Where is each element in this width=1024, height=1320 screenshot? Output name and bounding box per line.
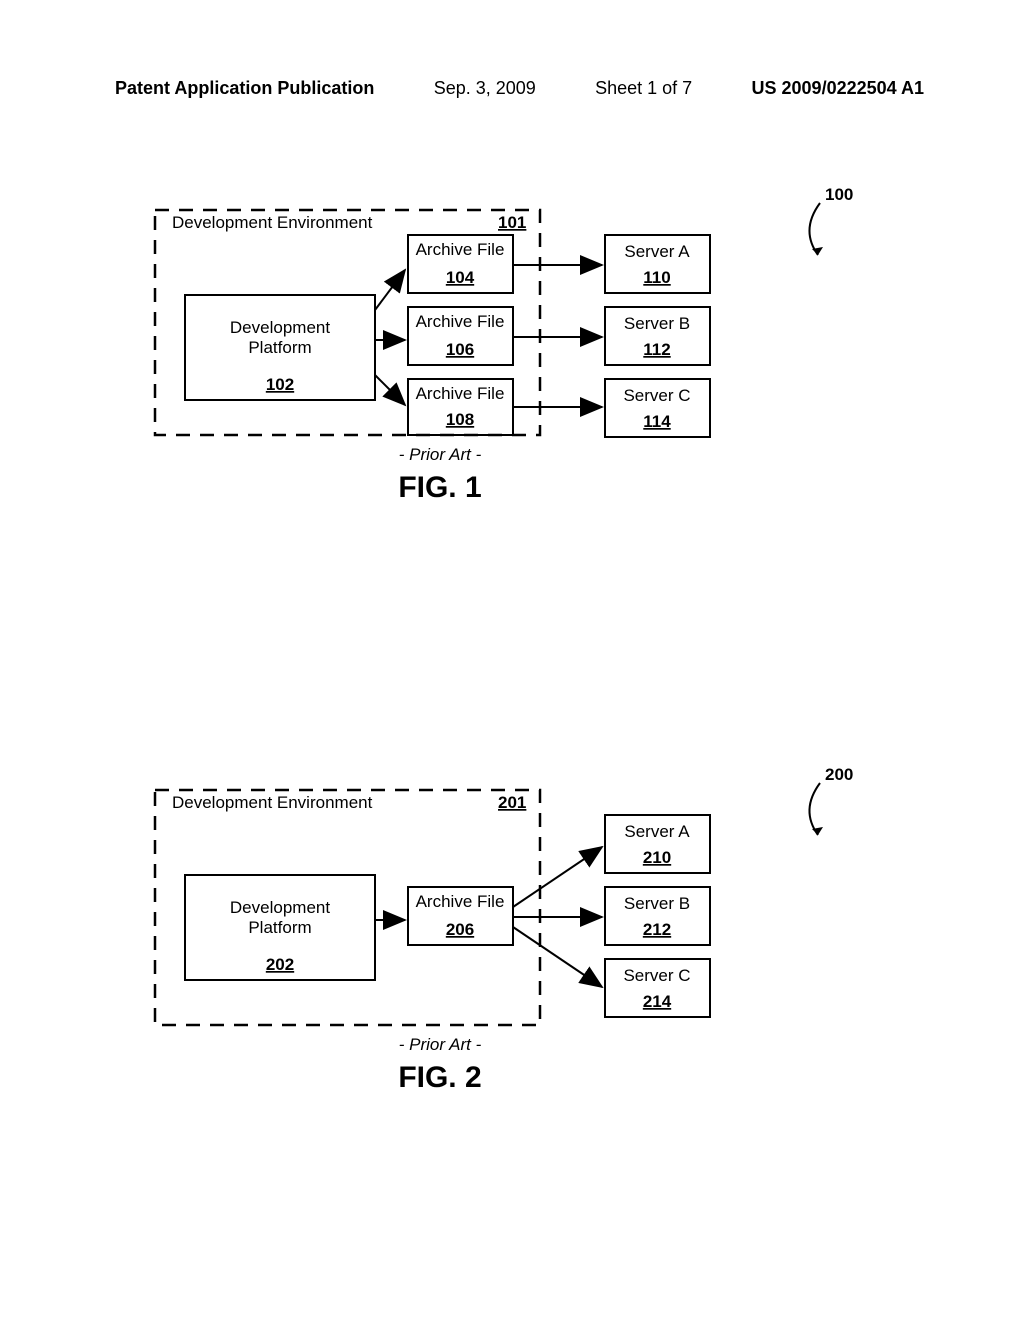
platform-num: 102 — [266, 375, 294, 394]
server-b-num: 112 — [643, 340, 670, 359]
fig1-prior-art: - Prior Art - — [399, 445, 482, 464]
publication-label: Patent Application Publication — [115, 78, 374, 99]
env-label-2: Development Environment — [172, 793, 373, 812]
date-label: Sep. 3, 2009 — [434, 78, 536, 99]
platform2-label-1: Development — [230, 898, 330, 917]
server2-c-num: 214 — [643, 992, 672, 1011]
platform-label-1: Development — [230, 318, 330, 337]
figure-2: Development Environment 201 Development … — [0, 755, 1024, 1135]
env-label: Development Environment — [172, 213, 373, 232]
platform-label-2: Platform — [248, 338, 311, 357]
archive-108: 108 — [446, 410, 474, 429]
sheet-label: Sheet 1 of 7 — [595, 78, 692, 99]
figure-1: Development Environment 101 Development … — [0, 175, 1024, 535]
server-c-label: Server C — [623, 386, 690, 405]
server2-a-label: Server A — [624, 822, 690, 841]
server2-a-num: 210 — [643, 848, 671, 867]
archive-106: 106 — [446, 340, 474, 359]
archive2-label: Archive File — [416, 892, 505, 911]
env-num-2: 201 — [498, 793, 526, 812]
env-num: 101 — [498, 213, 526, 232]
fig2-caption: FIG. 2 — [398, 1061, 481, 1094]
server-c-num: 114 — [643, 412, 671, 431]
platform2-label-2: Platform — [248, 918, 311, 937]
page-header: Patent Application Publication Sep. 3, 2… — [0, 78, 1024, 99]
fig2-ref: 200 — [825, 765, 853, 784]
archive2-num: 206 — [446, 920, 474, 939]
server-a-num: 110 — [643, 268, 670, 287]
archive-104: 104 — [446, 268, 475, 287]
platform2-num: 202 — [266, 955, 294, 974]
server-b-label: Server B — [624, 314, 690, 333]
server2-c-label: Server C — [623, 966, 690, 985]
server-a-label: Server A — [624, 242, 690, 261]
fig1-ref: 100 — [825, 185, 853, 204]
server2-b-label: Server B — [624, 894, 690, 913]
server2-b-num: 212 — [643, 920, 671, 939]
archive-label-3: Archive File — [416, 384, 505, 403]
fig1-caption: FIG. 1 — [398, 471, 481, 504]
archive-label-1: Archive File — [416, 240, 505, 259]
docnum-label: US 2009/0222504 A1 — [752, 78, 924, 99]
archive-label-2: Archive File — [416, 312, 505, 331]
fig2-prior-art: - Prior Art - — [399, 1035, 482, 1054]
